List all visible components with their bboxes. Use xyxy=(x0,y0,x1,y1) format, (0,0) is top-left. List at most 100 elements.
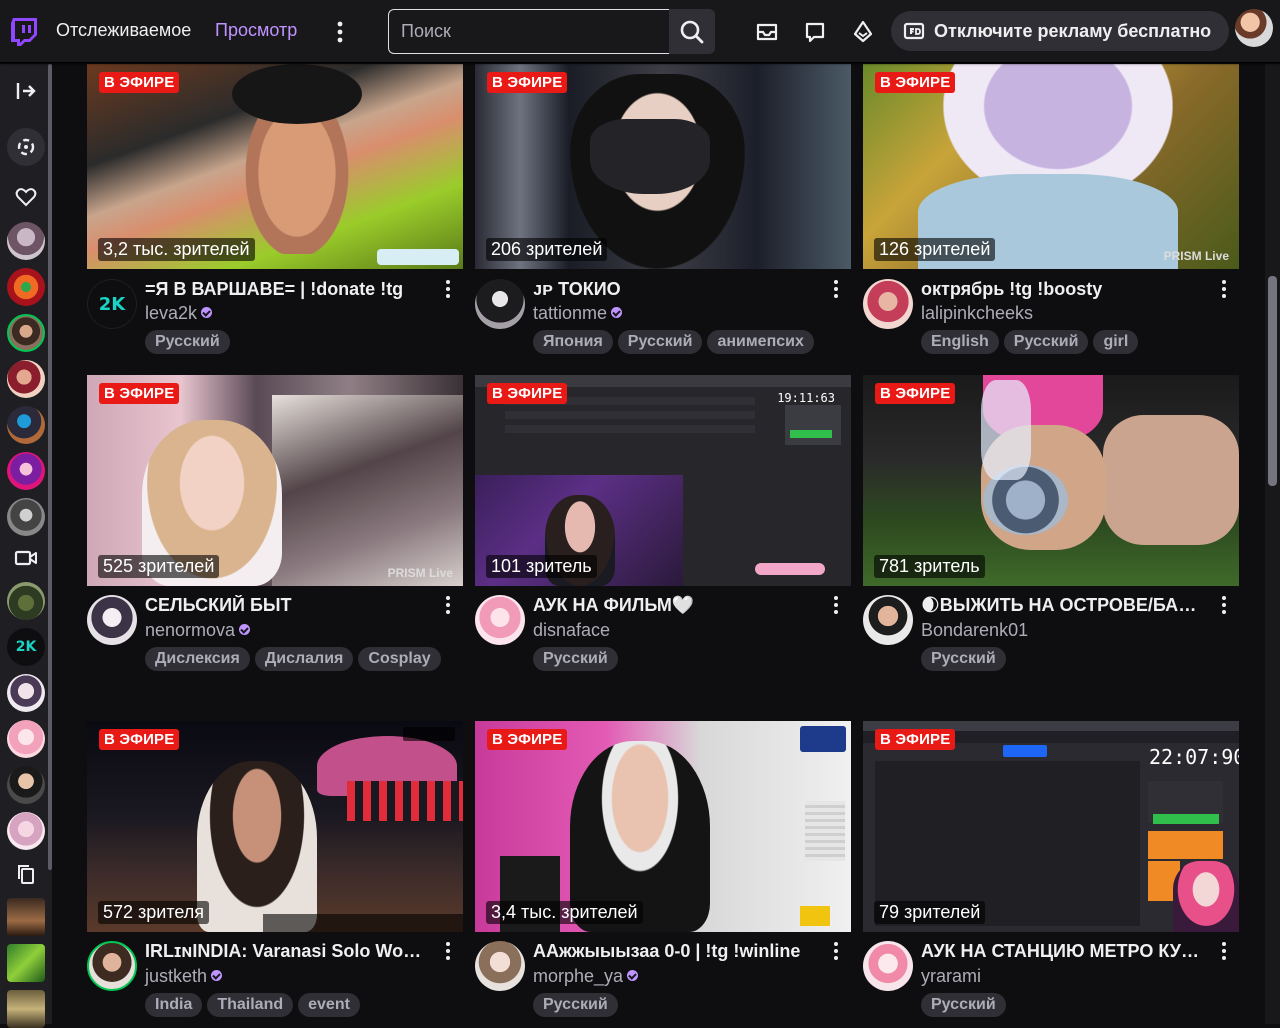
channel-name[interactable]: yrarami xyxy=(921,966,981,987)
adfree-button[interactable]: Отключите рекламу бесплатно xyxy=(891,11,1229,51)
channel-name[interactable]: tattionme xyxy=(533,303,623,324)
sidebar-copy[interactable] xyxy=(12,860,40,888)
stream-title[interactable]: 🌒ВЫЖИТЬ НА ОСТРОВЕ/БАЛТИКА xyxy=(921,595,1207,616)
sidebar-channel-avatar[interactable] xyxy=(7,360,45,398)
sidebar-channel-avatar[interactable] xyxy=(7,268,45,306)
channel-name[interactable]: Bondarenk01 xyxy=(921,620,1028,641)
sidebar-recommended[interactable] xyxy=(7,128,45,166)
tag[interactable]: Русский xyxy=(921,647,1006,671)
tag[interactable]: Cosplay xyxy=(358,647,441,671)
more-vert-icon[interactable] xyxy=(439,278,457,300)
tag[interactable]: Русский xyxy=(533,993,618,1017)
tag[interactable]: Thailand xyxy=(207,993,294,1017)
channel-avatar[interactable] xyxy=(87,595,137,645)
channel-avatar[interactable] xyxy=(863,279,913,329)
sidebar-channel-avatar[interactable] xyxy=(7,720,45,758)
tag[interactable]: Русский xyxy=(1003,330,1089,354)
stream-thumbnail[interactable]: В ЭФИРЕ 3,2 тыс. зрителей xyxy=(87,64,463,269)
more-vert-icon[interactable] xyxy=(1215,278,1233,300)
stream-title[interactable]: АУК НА СТАНЦИЮ МЕТРО КУРСКАЯ xyxy=(921,941,1207,962)
channel-avatar[interactable]: 2K xyxy=(87,279,137,329)
stream-thumbnail[interactable]: PRISM Live В ЭФИРЕ 126 зрителей xyxy=(863,64,1239,269)
channel-avatar[interactable] xyxy=(475,279,525,329)
sidebar-channel-avatar[interactable] xyxy=(7,222,45,260)
channel-name[interactable]: justketh xyxy=(145,966,223,987)
search-input[interactable]: Поиск xyxy=(388,9,669,54)
tag[interactable]: Япония xyxy=(533,330,613,354)
nav-following-link[interactable]: Отслеживаемое xyxy=(56,20,191,41)
channel-name[interactable]: disnaface xyxy=(533,620,610,641)
stream-thumbnail[interactable]: В ЭФИРЕ 781 зритель xyxy=(863,375,1239,586)
sidebar-scrollbar[interactable] xyxy=(48,64,52,870)
sidebar-channel-avatar[interactable] xyxy=(7,582,45,620)
channel-avatar[interactable] xyxy=(475,595,525,645)
sidebar-channel-avatar[interactable] xyxy=(7,766,45,804)
sidebar-channel-avatar[interactable] xyxy=(7,452,45,490)
stream-title[interactable]: АУК НА ФИЛЬМ🤍 xyxy=(533,595,819,616)
more-vert-icon[interactable] xyxy=(827,594,845,616)
main-scrollbar-thumb[interactable] xyxy=(1268,276,1277,486)
tag[interactable]: Дислалия xyxy=(254,647,354,671)
channel-avatar[interactable] xyxy=(475,941,525,991)
tag[interactable]: India xyxy=(145,993,203,1017)
tag[interactable]: Русский xyxy=(921,993,1006,1017)
user-avatar[interactable] xyxy=(1235,9,1273,47)
bits-button[interactable] xyxy=(848,17,878,47)
whispers-button[interactable] xyxy=(800,17,830,47)
search-placeholder: Поиск xyxy=(401,21,451,41)
channel-name[interactable]: nenormova xyxy=(145,620,251,641)
stream-thumbnail[interactable]: В ЭФИРЕ 3,4 тыс. зрителей xyxy=(475,721,851,932)
channel-name[interactable]: leva2k xyxy=(145,303,213,324)
viewer-count: 781 зритель xyxy=(874,555,985,578)
channel-name[interactable]: lalipinkcheeks xyxy=(921,303,1033,324)
sidebar-channel-avatar[interactable] xyxy=(7,898,45,936)
tag[interactable]: Дислексия xyxy=(145,647,250,671)
tag[interactable]: Русский xyxy=(533,647,618,671)
twitch-logo-icon[interactable] xyxy=(10,17,38,47)
sidebar-channel-avatar[interactable] xyxy=(7,314,45,352)
tag[interactable]: Русский xyxy=(617,330,703,354)
stream-title[interactable]: =Я В ВАРШАВЕ= | !donate !tg xyxy=(145,279,431,300)
more-vert-icon[interactable] xyxy=(330,18,350,46)
tag[interactable]: English xyxy=(921,330,999,354)
more-vert-icon[interactable] xyxy=(827,278,845,300)
channel-avatar[interactable] xyxy=(863,941,913,991)
sidebar-followed[interactable] xyxy=(12,183,40,211)
search-button[interactable] xyxy=(669,9,715,54)
stream-title[interactable]: ААжжыыызаа 0-0 | !tg !winline xyxy=(533,941,819,962)
tag[interactable]: event xyxy=(298,993,360,1017)
channel-name[interactable]: morphe_ya xyxy=(533,966,639,987)
tag[interactable]: girl xyxy=(1093,330,1139,354)
sidebar-channel-avatar[interactable] xyxy=(7,944,45,982)
channel-avatar[interactable] xyxy=(87,941,137,991)
channel-avatar[interactable] xyxy=(863,595,913,645)
stream-title[interactable]: СЕЛЬСКИЙ БЫТ xyxy=(145,595,431,616)
more-vert-icon[interactable] xyxy=(439,594,457,616)
sidebar-channel-avatar[interactable] xyxy=(7,812,45,850)
more-vert-icon[interactable] xyxy=(1215,940,1233,962)
sidebar-channel-avatar[interactable] xyxy=(7,498,45,536)
collapse-sidebar-button[interactable] xyxy=(12,77,40,105)
verified-icon xyxy=(627,970,639,981)
sidebar-camera[interactable] xyxy=(12,544,40,572)
stream-thumbnail[interactable]: 22:07:90 В ЭФИРЕ 79 зрителей xyxy=(863,721,1239,932)
stream-thumbnail[interactable]: PRISM Live В ЭФИРЕ 525 зрителей xyxy=(87,375,463,586)
sidebar-channel-avatar[interactable] xyxy=(7,406,45,444)
live-badge: В ЭФИРЕ xyxy=(875,383,956,404)
more-vert-icon[interactable] xyxy=(439,940,457,962)
stream-thumbnail[interactable]: В ЭФИРЕ 572 зрителя xyxy=(87,721,463,932)
more-vert-icon[interactable] xyxy=(1215,594,1233,616)
stream-thumbnail[interactable]: В ЭФИРЕ 206 зрителей xyxy=(475,64,851,269)
sidebar-channel-avatar[interactable] xyxy=(7,674,45,712)
nav-browse-link[interactable]: Просмотр xyxy=(215,20,297,41)
tag[interactable]: анимепсих xyxy=(707,330,814,354)
more-vert-icon[interactable] xyxy=(827,940,845,962)
sidebar-channel-avatar[interactable] xyxy=(7,990,45,1028)
stream-title[interactable]: ᴊᴘ ТОКИО xyxy=(533,279,819,300)
inbox-button[interactable] xyxy=(752,17,782,47)
stream-thumbnail[interactable]: 19:11:63 В ЭФИРЕ 101 зритель xyxy=(475,375,851,586)
tag[interactable]: Русский xyxy=(145,330,230,354)
stream-title[interactable]: IRLɪɴINDIA: Varanasi Solo Women Travel xyxy=(145,941,431,962)
stream-title[interactable]: октрябрь !tg !boosty xyxy=(921,279,1207,300)
sidebar-channel-avatar[interactable]: 2K xyxy=(7,628,45,666)
